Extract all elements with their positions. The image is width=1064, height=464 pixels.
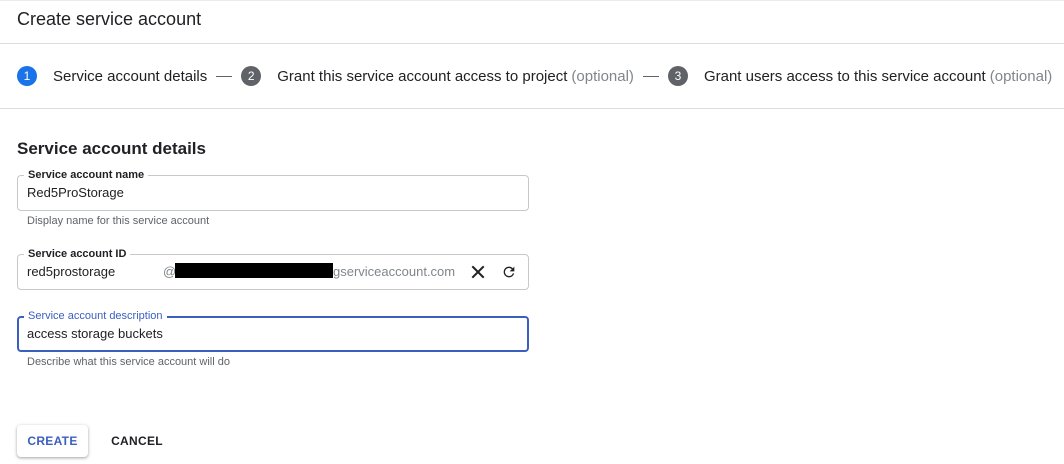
service-account-description-label: Service account description: [24, 309, 167, 323]
service-account-id-label: Service account ID: [24, 247, 131, 261]
step-1-label: Service account details: [53, 67, 208, 85]
step-1-number: 1: [17, 66, 37, 86]
stepper-divider: [0, 108, 1064, 109]
service-account-name-hint: Display name for this service account: [27, 215, 210, 227]
service-account-id-field[interactable]: Service account ID red5prostorage @ gser…: [17, 247, 529, 290]
service-account-domain: gserviceaccount.com: [333, 264, 456, 279]
create-service-account-page: Create service account 1 Service account…: [0, 0, 1064, 464]
close-icon[interactable]: [468, 262, 488, 282]
step-2-number: 2: [241, 66, 262, 86]
service-account-id-input[interactable]: red5prostorage: [27, 264, 115, 280]
create-button[interactable]: CREATE: [17, 425, 88, 457]
step-3-label: Grant users access to this service accou…: [703, 67, 986, 85]
step-3[interactable]: 3 Grant users access to this service acc…: [667, 66, 1053, 86]
step-separator: [216, 75, 233, 77]
header-divider: [0, 43, 1064, 44]
step-2[interactable]: 2 Grant this service account access to p…: [241, 66, 634, 86]
step-2-label: Grant this service account access to pro…: [277, 67, 568, 85]
top-border: [0, 0, 1064, 1]
service-account-name-label: Service account name: [24, 168, 149, 182]
step-separator: [642, 75, 659, 77]
service-account-description-field[interactable]: Service account description access stora…: [17, 309, 529, 352]
page-title: Create service account: [17, 9, 202, 29]
service-account-name-field[interactable]: Service account name Red5ProStorage: [17, 168, 529, 211]
redacted-project-id: [175, 263, 333, 278]
step-3-optional: (optional): [989, 67, 1053, 85]
step-1[interactable]: 1 Service account details: [17, 66, 207, 86]
service-account-description-input[interactable]: access storage buckets: [27, 326, 163, 342]
cancel-button[interactable]: CANCEL: [100, 425, 174, 457]
service-account-description-hint: Describe what this service account will …: [27, 356, 230, 368]
service-account-name-input[interactable]: Red5ProStorage: [27, 185, 124, 201]
step-3-number: 3: [667, 66, 688, 86]
refresh-icon[interactable]: [499, 262, 519, 282]
stepper: 1 Service account details 2 Grant this s…: [17, 65, 1052, 87]
step-2-optional: (optional): [571, 67, 634, 85]
section-title: Service account details: [17, 139, 206, 158]
